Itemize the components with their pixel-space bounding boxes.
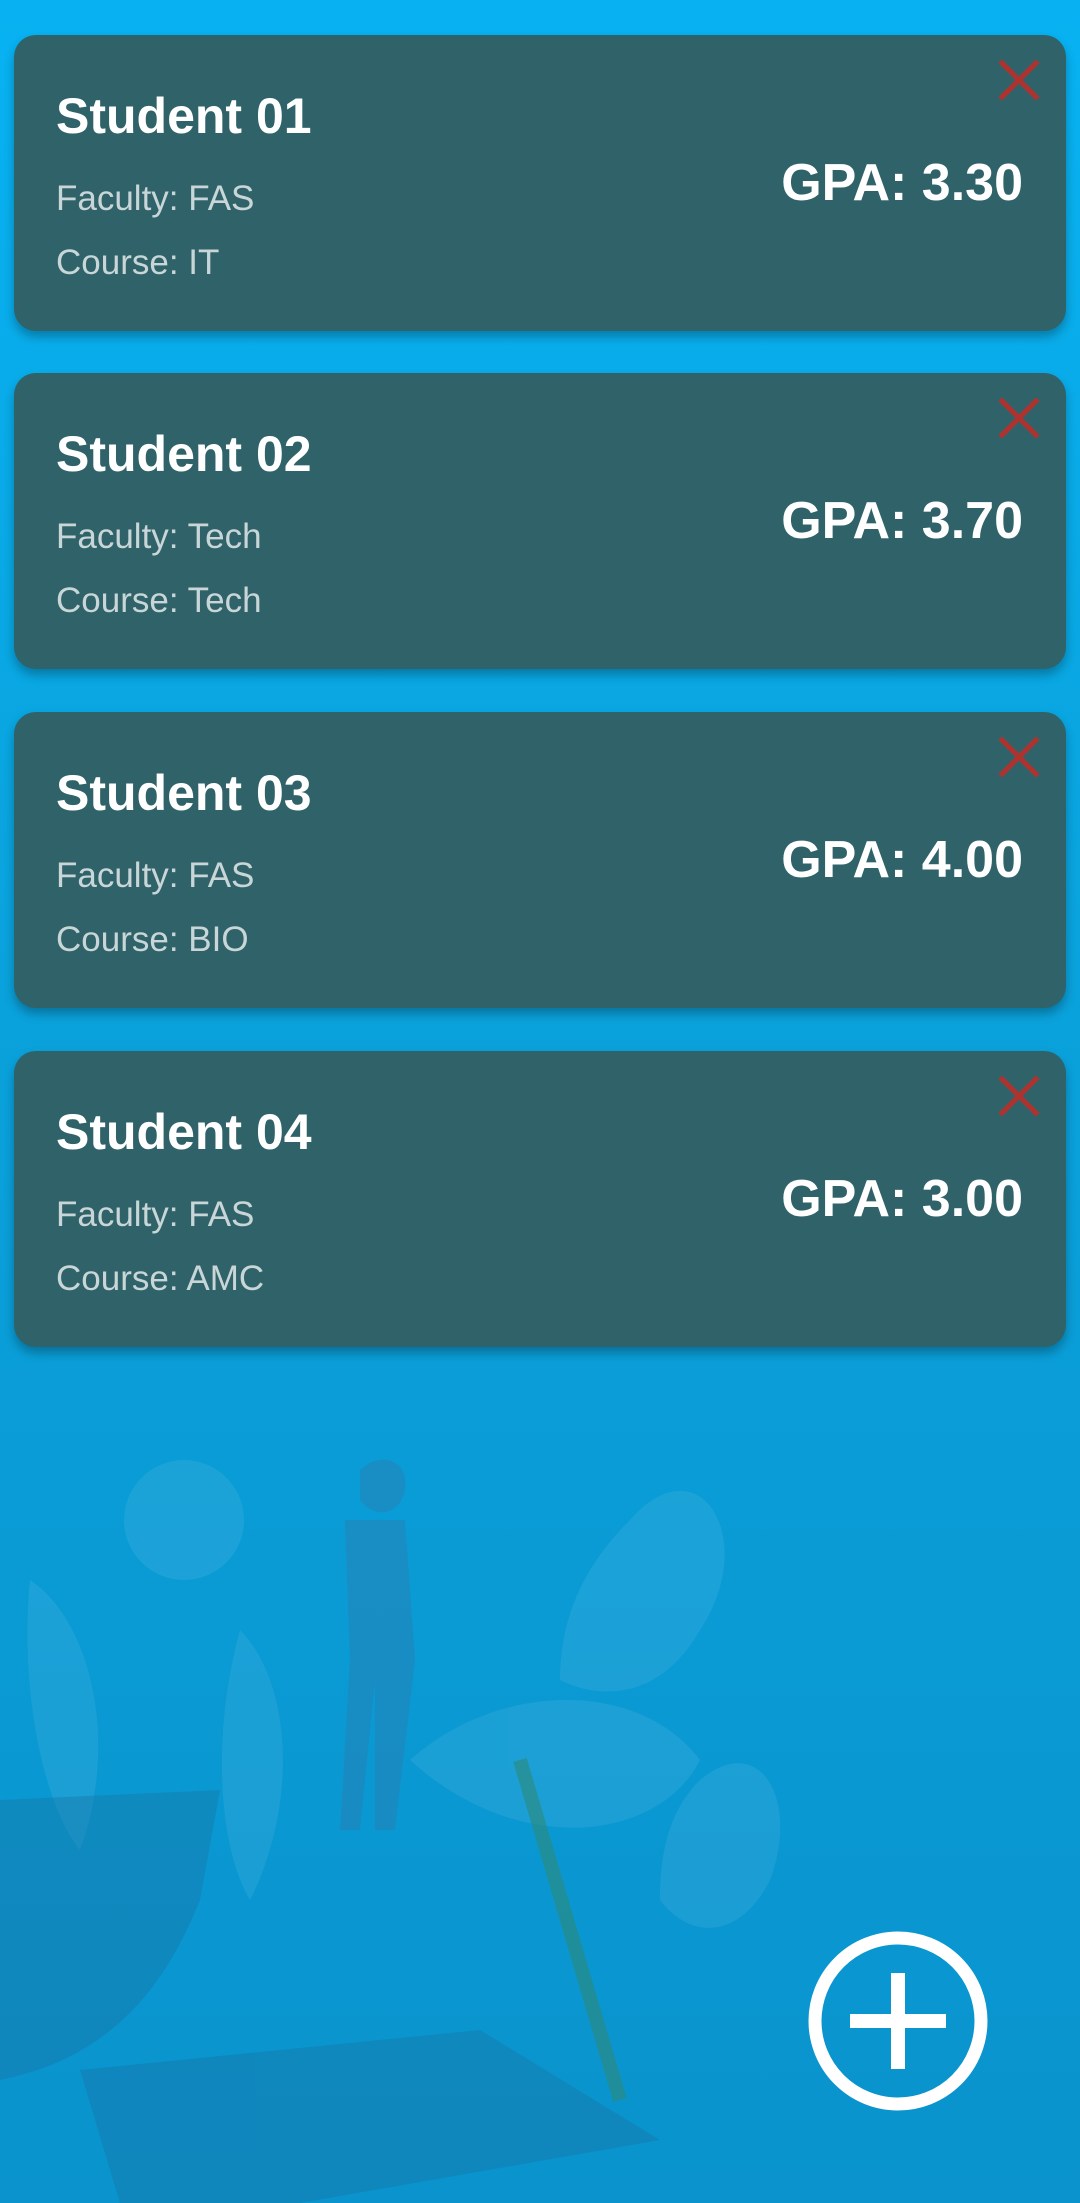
student-gpa: GPA: 3.00 xyxy=(781,1170,1023,1228)
student-name: Student 01 xyxy=(56,88,312,144)
student-gpa: GPA: 3.70 xyxy=(781,492,1023,550)
student-faculty: Faculty: Tech xyxy=(56,517,262,556)
student-course: Course: BIO xyxy=(56,920,249,959)
student-faculty: Faculty: FAS xyxy=(56,179,255,218)
student-gpa: GPA: 3.30 xyxy=(781,154,1023,212)
student-course: Course: IT xyxy=(56,243,220,282)
student-course: Course: Tech xyxy=(56,581,262,620)
close-icon[interactable] xyxy=(996,395,1042,441)
student-card[interactable]: Student 03 Faculty: FAS Course: BIO GPA:… xyxy=(14,712,1066,1008)
close-icon[interactable] xyxy=(996,1073,1042,1119)
student-name: Student 02 xyxy=(56,426,312,482)
student-name: Student 04 xyxy=(56,1104,312,1160)
student-name: Student 03 xyxy=(56,765,312,821)
close-icon[interactable] xyxy=(996,57,1042,103)
student-card[interactable]: Student 04 Faculty: FAS Course: AMC GPA:… xyxy=(14,1051,1066,1347)
student-gpa: GPA: 4.00 xyxy=(781,831,1023,889)
add-student-button[interactable] xyxy=(808,1931,988,2111)
student-course: Course: AMC xyxy=(56,1259,265,1298)
student-card[interactable]: Student 01 Faculty: FAS Course: IT GPA: … xyxy=(14,35,1066,331)
add-circle-icon xyxy=(808,1931,988,2111)
student-faculty: Faculty: FAS xyxy=(56,1195,255,1234)
student-faculty: Faculty: FAS xyxy=(56,856,255,895)
student-card[interactable]: Student 02 Faculty: Tech Course: Tech GP… xyxy=(14,373,1066,669)
close-icon[interactable] xyxy=(996,734,1042,780)
